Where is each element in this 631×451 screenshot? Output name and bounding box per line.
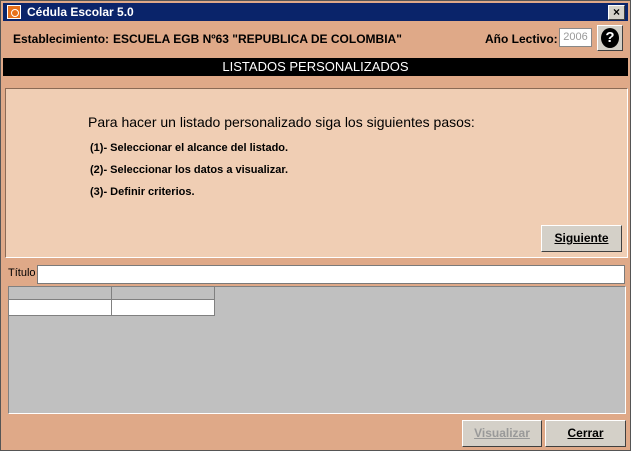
grid-column-header[interactable]: [9, 287, 112, 300]
help-icon: ?: [601, 28, 619, 48]
instructions-heading: Para hacer un listado personalizado siga…: [88, 114, 475, 130]
visualizar-button-label: Visualizar: [474, 426, 530, 440]
anio-lectivo-field[interactable]: 2006: [559, 28, 592, 47]
close-button[interactable]: ×: [608, 5, 625, 20]
grid-column-header[interactable]: [112, 287, 215, 300]
titulo-input[interactable]: [37, 265, 625, 284]
siguiente-button[interactable]: Siguiente: [541, 225, 622, 252]
establecimiento-label: Establecimiento:: [13, 32, 110, 46]
cerrar-button-label: Cerrar: [567, 426, 604, 440]
title-bar: Cédula Escolar 5.0 ×: [3, 3, 628, 21]
grid-cell[interactable]: [9, 300, 112, 316]
establecimiento-value: ESCUELA EGB Nº63 "REPUBLICA DE COLOMBIA": [113, 32, 402, 46]
window-title: Cédula Escolar 5.0: [27, 5, 134, 19]
instructions-panel: Para hacer un listado personalizado siga…: [5, 88, 628, 258]
results-grid[interactable]: [8, 286, 626, 414]
visualizar-button[interactable]: Visualizar: [462, 420, 542, 447]
step-2: (2)- Seleccionar los datos a visualizar.: [90, 164, 289, 176]
app-window: Cédula Escolar 5.0 × Establecimiento: ES…: [0, 0, 631, 451]
step-1: (1)- Seleccionar el alcance del listado.: [90, 142, 289, 154]
anio-lectivo-label: Año Lectivo:: [485, 32, 558, 46]
info-bar: Establecimiento: ESCUELA EGB Nº63 "REPUB…: [3, 23, 628, 57]
grid-cell[interactable]: [112, 300, 215, 316]
step-3: (3)- Definir criterios.: [90, 186, 195, 198]
siguiente-button-label: Siguiente: [554, 231, 609, 245]
titulo-label: Título: [8, 267, 36, 279]
help-button[interactable]: ?: [597, 25, 623, 51]
app-icon: [7, 5, 21, 19]
cerrar-button[interactable]: Cerrar: [545, 420, 626, 447]
section-title: LISTADOS PERSONALIZADOS: [3, 58, 628, 76]
